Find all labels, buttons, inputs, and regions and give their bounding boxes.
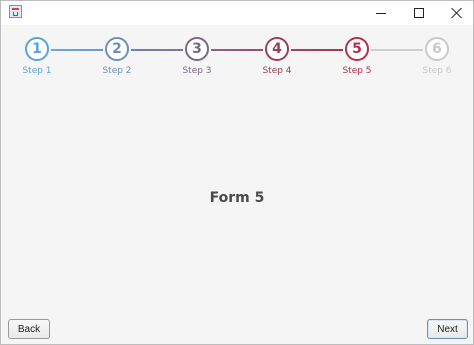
step-3-circle: 3: [185, 37, 209, 61]
step-4-label: Step 4: [262, 66, 292, 76]
step-3: 3 Step 3: [165, 33, 229, 76]
close-button[interactable]: [437, 1, 473, 25]
form-title: Form 5: [209, 190, 265, 206]
title-bar: [1, 1, 473, 25]
java-app-icon: [9, 5, 22, 18]
step-6-circle: 6: [425, 37, 449, 61]
wizard-content: 1 Step 1 2 Step 2 3 Step 3 4 Step 4 5 St…: [1, 25, 473, 344]
step-1-circle: 1: [25, 37, 49, 61]
step-2-circle: 2: [105, 37, 129, 61]
close-icon: [451, 7, 463, 19]
next-button[interactable]: Next: [427, 319, 468, 339]
step-6-number: 6: [432, 41, 442, 57]
maximize-button[interactable]: [399, 1, 438, 25]
step-1-label: Step 1: [22, 66, 52, 76]
back-button[interactable]: Back: [8, 319, 50, 339]
minimize-icon: [375, 12, 386, 14]
step-2: 2 Step 2: [85, 33, 149, 76]
step-6: 6 Step 6: [405, 33, 469, 76]
step-2-label: Step 2: [102, 66, 132, 76]
maximize-icon: [413, 8, 424, 18]
step-4-circle: 4: [265, 37, 289, 61]
step-4-number: 4: [272, 41, 282, 57]
step-5-label: Step 5: [342, 66, 372, 76]
step-6-label: Step 6: [422, 66, 452, 76]
step-1-number: 1: [32, 41, 42, 57]
step-4: 4 Step 4: [245, 33, 309, 76]
application-window: 1 Step 1 2 Step 2 3 Step 3 4 Step 4 5 St…: [0, 0, 474, 345]
step-3-number: 3: [192, 41, 202, 57]
stepper: 1 Step 1 2 Step 2 3 Step 3 4 Step 4 5 St…: [1, 33, 473, 93]
step-5: 5 Step 5: [325, 33, 389, 76]
step-3-label: Step 3: [182, 66, 212, 76]
minimize-button[interactable]: [361, 1, 400, 25]
step-1: 1 Step 1: [5, 33, 69, 76]
step-5-circle: 5: [345, 37, 369, 61]
step-5-number: 5: [352, 41, 362, 57]
step-2-number: 2: [112, 41, 122, 57]
